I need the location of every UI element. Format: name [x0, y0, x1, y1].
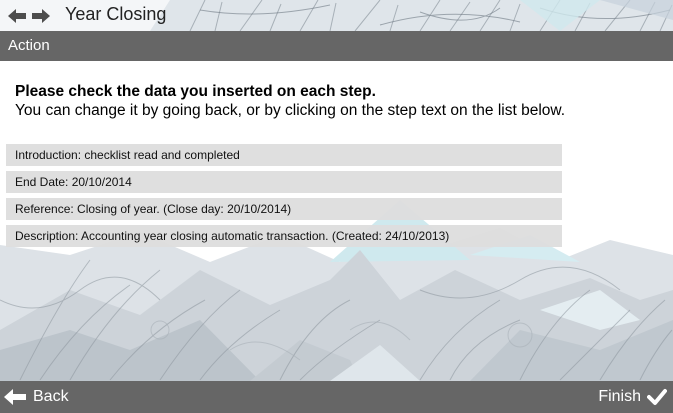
- step-item-reference[interactable]: Reference: Closing of year. (Close day: …: [6, 198, 562, 220]
- finish-button-label: Finish: [598, 388, 641, 405]
- nav-forward-button[interactable]: [32, 8, 50, 24]
- arrow-right-icon: [32, 9, 50, 23]
- window-header: Year Closing: [0, 0, 673, 31]
- nav-back-button[interactable]: [8, 8, 26, 24]
- action-bar: Action: [0, 31, 673, 61]
- step-item-introduction[interactable]: Introduction: checklist read and complet…: [6, 144, 562, 166]
- finish-button[interactable]: Finish: [598, 381, 667, 413]
- checkmark-icon: [647, 389, 667, 405]
- step-item-description[interactable]: Description: Accounting year closing aut…: [6, 225, 562, 247]
- steps-list: Introduction: checklist read and complet…: [6, 144, 562, 252]
- arrow-left-icon: [8, 9, 26, 23]
- bottom-bar: Back Finish: [0, 381, 673, 413]
- step-item-end-date[interactable]: End Date: 20/10/2014: [6, 171, 562, 193]
- arrow-left-icon: [4, 389, 26, 405]
- action-label: Action: [8, 37, 50, 54]
- window-title: Year Closing: [65, 4, 167, 24]
- page-subheading: You can change it by going back, or by c…: [15, 102, 566, 119]
- back-button[interactable]: Back: [4, 381, 69, 413]
- page-heading: Please check the data you inserted on ea…: [15, 83, 376, 100]
- back-button-label: Back: [33, 388, 69, 405]
